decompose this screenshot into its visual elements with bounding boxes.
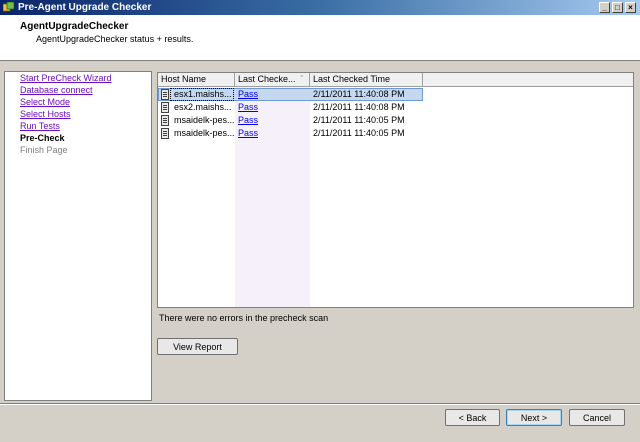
step-pre-check: Pre-Check	[20, 133, 65, 143]
maximize-button[interactable]: □	[612, 2, 623, 13]
next-button[interactable]: Next >	[506, 409, 562, 426]
host-name-cell: msaidelk-pes...	[174, 128, 234, 138]
column-host-name[interactable]: Host Name	[158, 73, 235, 87]
app-icon	[3, 2, 14, 12]
cancel-button[interactable]: Cancel	[569, 409, 625, 426]
step-run-tests[interactable]: Run Tests	[20, 121, 60, 132]
status-link[interactable]: Pass	[238, 88, 258, 101]
column-filler	[423, 73, 633, 87]
results-list-view[interactable]: Host Name Last Checke... ˇ Last Checked T…	[157, 72, 634, 308]
step-select-hosts[interactable]: Select Hosts	[20, 109, 71, 120]
checked-time-cell: 2/11/2011 11:40:05 PM	[313, 115, 405, 125]
wizard-steps-panel: Start PreCheck Wizard Database connect S…	[4, 71, 152, 401]
wizard-window: Pre-Agent Upgrade Checker _ □ × AgentUpg…	[0, 0, 640, 442]
page-subtitle: AgentUpgradeChecker status + results.	[36, 34, 194, 44]
page-title: AgentUpgradeChecker	[20, 21, 129, 32]
status-message: There were no errors in the precheck sca…	[159, 313, 329, 323]
column-label: Last Checked Time	[313, 74, 391, 84]
step-select-mode[interactable]: Select Mode	[20, 97, 70, 108]
status-link[interactable]: Pass	[238, 114, 258, 127]
status-link[interactable]: Pass	[238, 101, 258, 114]
table-row[interactable]: esx1.maishs... Pass 2/11/2011 11:40:08 P…	[158, 88, 423, 101]
minimize-button[interactable]: _	[599, 2, 610, 13]
back-button[interactable]: < Back	[445, 409, 500, 426]
column-label: Host Name	[161, 74, 207, 84]
footer-divider	[0, 403, 640, 405]
close-button[interactable]: ×	[625, 2, 636, 13]
table-row[interactable]: esx2.maishs... Pass 2/11/2011 11:40:08 P…	[158, 101, 423, 114]
column-label: Last Checke...	[238, 74, 296, 84]
host-name-cell: msaidelk-pes...	[174, 115, 234, 125]
checked-time-cell: 2/11/2011 11:40:08 PM	[313, 89, 405, 99]
step-database-connect[interactable]: Database connect	[20, 85, 93, 96]
list-header: Host Name Last Checke... ˇ Last Checked T…	[158, 73, 633, 87]
table-row[interactable]: msaidelk-pes... Pass 2/11/2011 11:40:05 …	[158, 114, 423, 127]
title-bar[interactable]: Pre-Agent Upgrade Checker _ □ ×	[0, 0, 640, 15]
checked-time-cell: 2/11/2011 11:40:05 PM	[313, 128, 405, 138]
column-last-checked-time[interactable]: Last Checked Time	[310, 73, 423, 87]
host-name-cell: esx1.maishs...	[174, 89, 232, 99]
sort-descending-icon: ˇ	[300, 76, 303, 83]
server-icon	[161, 128, 169, 139]
server-icon	[161, 115, 169, 126]
step-start-precheck-wizard[interactable]: Start PreCheck Wizard	[20, 73, 112, 84]
server-icon	[161, 102, 169, 113]
step-finish-page: Finish Page	[20, 145, 68, 155]
checked-time-cell: 2/11/2011 11:40:08 PM	[313, 102, 405, 112]
server-icon	[161, 89, 169, 100]
column-last-checked[interactable]: Last Checke... ˇ	[235, 73, 310, 87]
table-row[interactable]: msaidelk-pes... Pass 2/11/2011 11:40:05 …	[158, 127, 423, 140]
view-report-button[interactable]: View Report	[157, 338, 238, 355]
host-name-cell: esx2.maishs...	[174, 102, 232, 112]
wizard-header: AgentUpgradeChecker AgentUpgradeChecker …	[0, 15, 640, 61]
window-title: Pre-Agent Upgrade Checker	[18, 2, 152, 13]
status-link[interactable]: Pass	[238, 127, 258, 140]
